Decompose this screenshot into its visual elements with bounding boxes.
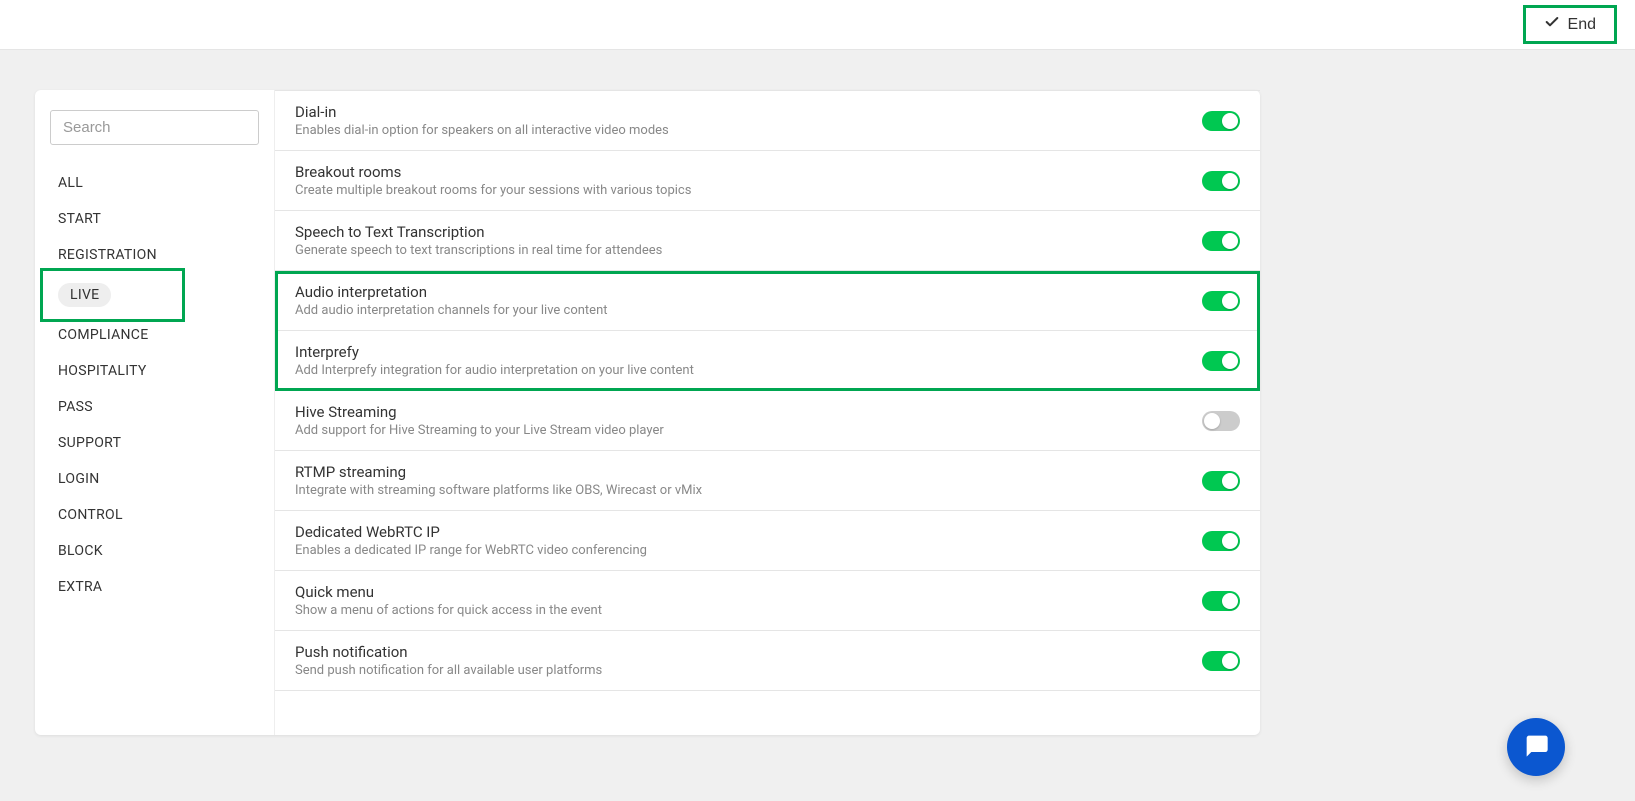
setting-title: Interprefy xyxy=(295,343,1202,361)
sidebar: ALL START REGISTRATION LIVE COMPLIANCE HOSPIT… xyxy=(35,90,275,735)
toggle-knob xyxy=(1204,413,1220,429)
sidebar-item-pass[interactable]: PASS xyxy=(50,389,259,425)
toggle-switch[interactable] xyxy=(1202,111,1240,131)
toggle-knob xyxy=(1222,533,1238,549)
sidebar-item-compliance[interactable]: COMPLIANCE xyxy=(50,317,259,353)
setting-title: Dedicated WebRTC IP xyxy=(295,523,1202,541)
chat-launcher[interactable] xyxy=(1507,718,1565,776)
sidebar-item-login[interactable]: LOGIN xyxy=(50,461,259,497)
toggle-knob xyxy=(1222,233,1238,249)
chat-icon xyxy=(1522,731,1550,763)
sidebar-item-label: BLOCK xyxy=(58,543,103,559)
setting-row: Dedicated WebRTC IP Enables a dedicated I… xyxy=(275,511,1260,571)
toggle-switch[interactable] xyxy=(1202,351,1240,371)
toggle-switch[interactable] xyxy=(1202,591,1240,611)
content-area: Dial-in Enables dial-in option for speake… xyxy=(275,90,1260,735)
end-button-label: End xyxy=(1568,16,1596,34)
sidebar-item-support[interactable]: SUPPORT xyxy=(50,425,259,461)
sidebar-item-block[interactable]: BLOCK xyxy=(50,533,259,569)
sidebar-item-registration[interactable]: REGISTRATION xyxy=(50,237,259,273)
toggle-knob xyxy=(1222,593,1238,609)
toggle-switch[interactable] xyxy=(1202,531,1240,551)
toggle-switch[interactable] xyxy=(1202,471,1240,491)
setting-text: Speech to Text Transcription Generate spe… xyxy=(295,223,1202,258)
toggle-switch[interactable] xyxy=(1202,411,1240,431)
setting-title: Audio interpretation xyxy=(295,283,1202,301)
setting-title: Breakout rooms xyxy=(295,163,1202,181)
sidebar-item-label: SUPPORT xyxy=(58,435,121,451)
setting-text: RTMP streaming Integrate with streaming s… xyxy=(295,463,1202,498)
sidebar-item-label: START xyxy=(58,211,101,227)
setting-row: RTMP streaming Integrate with streaming s… xyxy=(275,451,1260,511)
settings-scroll[interactable]: Dial-in Enables dial-in option for speake… xyxy=(275,90,1260,735)
sidebar-item-start[interactable]: START xyxy=(50,201,259,237)
setting-desc: Create multiple breakout rooms for your … xyxy=(295,183,1202,198)
sidebar-nav: ALL START REGISTRATION LIVE COMPLIANCE HOSPIT… xyxy=(50,165,259,605)
setting-row: Breakout rooms Create multiple breakout r… xyxy=(275,151,1260,211)
setting-desc: Enables dial-in option for speakers on a… xyxy=(295,123,1202,138)
toggle-switch[interactable] xyxy=(1202,291,1240,311)
sidebar-item-control[interactable]: CONTROL xyxy=(50,497,259,533)
setting-desc: Enables a dedicated IP range for WebRTC … xyxy=(295,543,1202,558)
setting-row: Audio interpretation Add audio interpreta… xyxy=(275,271,1260,331)
toggle-switch[interactable] xyxy=(1202,651,1240,671)
sidebar-item-live[interactable]: LIVE xyxy=(50,273,259,317)
toggle-switch[interactable] xyxy=(1202,231,1240,251)
setting-row: Push notification Send push notification … xyxy=(275,631,1260,691)
sidebar-item-hospitality[interactable]: HOSPITALITY xyxy=(50,353,259,389)
setting-desc: Add audio interpretation channels for yo… xyxy=(295,303,1202,318)
workspace: ALL START REGISTRATION LIVE COMPLIANCE HOSPIT… xyxy=(0,50,1635,753)
setting-desc: Generate speech to text transcriptions i… xyxy=(295,243,1202,258)
setting-title: Push notification xyxy=(295,643,1202,661)
end-button[interactable]: End xyxy=(1523,5,1617,44)
setting-desc: Add support for Hive Streaming to your L… xyxy=(295,423,1202,438)
setting-text: Dedicated WebRTC IP Enables a dedicated I… xyxy=(295,523,1202,558)
setting-text: Audio interpretation Add audio interpreta… xyxy=(295,283,1202,318)
setting-text: Dial-in Enables dial-in option for speake… xyxy=(295,103,1202,138)
search-input[interactable] xyxy=(50,110,259,145)
sidebar-item-label: COMPLIANCE xyxy=(58,327,148,343)
setting-row: Interprefy Add Interprefy integration for… xyxy=(275,331,1260,391)
toggle-knob xyxy=(1222,293,1238,309)
setting-desc: Show a menu of actions for quick access … xyxy=(295,603,1202,618)
main-panel: ALL START REGISTRATION LIVE COMPLIANCE HOSPIT… xyxy=(35,90,1260,735)
search-wrap xyxy=(50,110,259,145)
setting-row: Speech to Text Transcription Generate spe… xyxy=(275,211,1260,271)
setting-title: Speech to Text Transcription xyxy=(295,223,1202,241)
settings-list: Dial-in Enables dial-in option for speake… xyxy=(275,90,1260,691)
sidebar-item-label: CONTROL xyxy=(58,507,123,523)
toggle-switch[interactable] xyxy=(1202,171,1240,191)
sidebar-item-label: HOSPITALITY xyxy=(58,363,147,379)
setting-title: Hive Streaming xyxy=(295,403,1202,421)
top-bar: End xyxy=(0,0,1635,50)
sidebar-item-all[interactable]: ALL xyxy=(50,165,259,201)
sidebar-item-label: LOGIN xyxy=(58,471,100,487)
setting-desc: Add Interprefy integration for audio int… xyxy=(295,363,1202,378)
check-icon xyxy=(1544,14,1560,35)
setting-text: Hive Streaming Add support for Hive Strea… xyxy=(295,403,1202,438)
setting-text: Push notification Send push notification … xyxy=(295,643,1202,678)
setting-row: Hive Streaming Add support for Hive Strea… xyxy=(275,391,1260,451)
setting-text: Breakout rooms Create multiple breakout r… xyxy=(295,163,1202,198)
toggle-knob xyxy=(1222,353,1238,369)
setting-row: Quick menu Show a menu of actions for qui… xyxy=(275,571,1260,631)
setting-title: Quick menu xyxy=(295,583,1202,601)
setting-row: Dial-in Enables dial-in option for speake… xyxy=(275,91,1260,151)
sidebar-item-label: ALL xyxy=(58,175,83,191)
toggle-knob xyxy=(1222,113,1238,129)
sidebar-item-label: LIVE xyxy=(58,283,111,307)
sidebar-item-label: REGISTRATION xyxy=(58,247,157,263)
sidebar-item-label: EXTRA xyxy=(58,579,102,595)
setting-desc: Send push notification for all available… xyxy=(295,663,1202,678)
toggle-knob xyxy=(1222,653,1238,669)
toggle-knob xyxy=(1222,473,1238,489)
setting-title: RTMP streaming xyxy=(295,463,1202,481)
setting-desc: Integrate with streaming software platfo… xyxy=(295,483,1202,498)
setting-title: Dial-in xyxy=(295,103,1202,121)
sidebar-item-label: PASS xyxy=(58,399,93,415)
toggle-knob xyxy=(1222,173,1238,189)
setting-text: Interprefy Add Interprefy integration for… xyxy=(295,343,1202,378)
sidebar-item-extra[interactable]: EXTRA xyxy=(50,569,259,605)
setting-text: Quick menu Show a menu of actions for qui… xyxy=(295,583,1202,618)
